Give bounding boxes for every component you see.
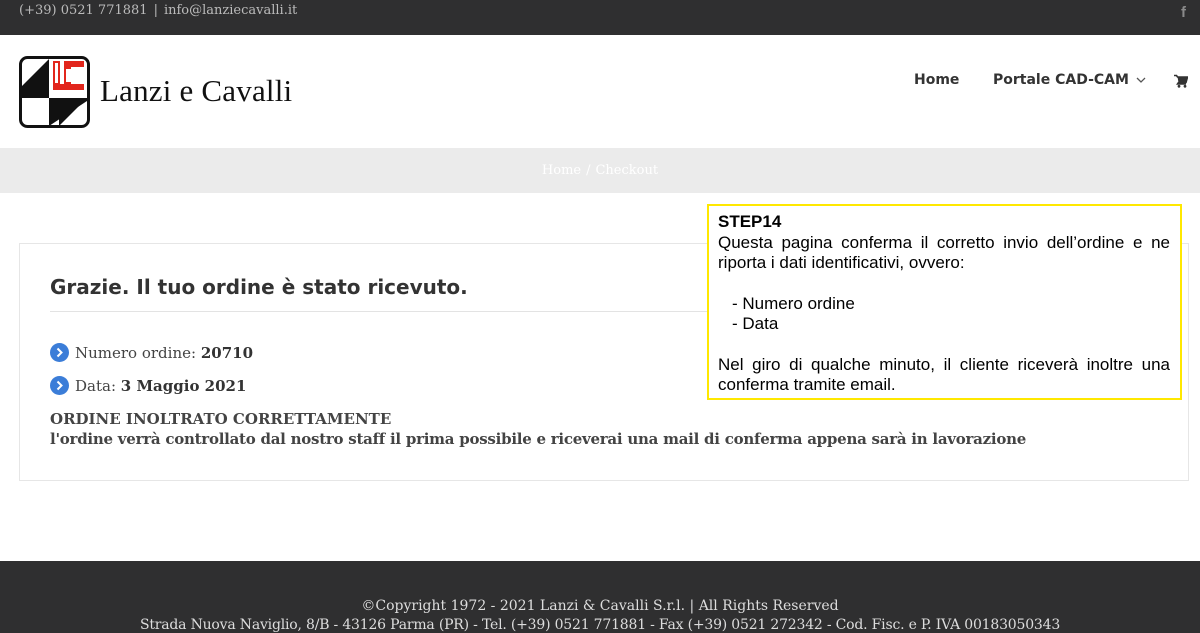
order-number-value: 20710	[200, 344, 254, 362]
footer-copyright: ©Copyright 1972 - 2021 Lanzi & Cavalli S…	[361, 598, 839, 614]
callout-outro: Nel giro di qualche minuto, il cliente r…	[718, 354, 1170, 395]
nav-item-home[interactable]: Home	[914, 72, 959, 88]
order-received-title: Grazie. Il tuo ordine è stato ricevuto.	[50, 275, 468, 299]
chevron-right-circle-icon	[50, 376, 69, 395]
breadcrumb-home-link[interactable]: Home	[542, 163, 581, 178]
breadcrumb: Home / Checkout	[0, 163, 1200, 178]
nav-item-label: Portale CAD-CAM	[993, 72, 1129, 88]
callout-list-item: - Numero ordine	[732, 293, 855, 313]
shopping-cart-icon[interactable]	[1174, 74, 1188, 88]
site-footer: ©Copyright 1972 - 2021 Lanzi & Cavalli S…	[0, 561, 1200, 633]
step-callout: STEP14 Questa pagina conferma il corrett…	[707, 204, 1182, 400]
order-date-value: 3 Maggio 2021	[120, 377, 247, 395]
callout-list-item: - Data	[732, 314, 779, 333]
breadcrumb-bar: Home / Checkout	[0, 148, 1200, 193]
callout-intro: Questa pagina conferma il corretto invio…	[718, 232, 1170, 273]
email-link[interactable]: info@lanziecavalli.it	[164, 3, 297, 18]
top-bar: (+39) 0521 771881 | info@lanziecavalli.it …	[0, 0, 1200, 35]
step-label: STEP14	[718, 212, 782, 231]
phone-number[interactable]: (+39) 0521 771881	[19, 3, 148, 18]
breadcrumb-current: Checkout	[595, 163, 659, 178]
footer-address: Strada Nuova Naviglio, 8/B - 43126 Parma…	[139, 617, 1061, 633]
contact-separator: |	[153, 3, 158, 18]
facebook-icon[interactable]: f	[1181, 4, 1186, 21]
order-status-title: ORDINE INOLTRATO CORRETTAMENTE	[50, 410, 392, 428]
order-number-label: Numero ordine:	[75, 344, 197, 362]
order-date-label: Data:	[75, 377, 116, 395]
contact-info: (+39) 0521 771881 | info@lanziecavalli.it	[19, 3, 297, 18]
order-date-row: Data: 3 Maggio 2021	[50, 376, 246, 395]
order-status-text: l'ordine verrà controllato dal nostro st…	[50, 430, 1027, 448]
nav-item-portale-cad-cam[interactable]: Portale CAD-CAM	[993, 72, 1147, 88]
site-header: Lanzi e Cavalli Home Portale CAD-CAM	[0, 35, 1200, 148]
chevron-down-icon	[1136, 77, 1146, 83]
callout-spacer	[718, 335, 1170, 355]
lanzi-cavalli-logo[interactable]	[19, 56, 90, 128]
chevron-right-circle-icon	[50, 343, 69, 362]
callout-spacer	[718, 274, 1170, 294]
brand-name[interactable]: Lanzi e Cavalli	[100, 73, 292, 109]
breadcrumb-separator: /	[586, 163, 591, 178]
order-number-row: Numero ordine: 20710	[50, 343, 253, 362]
